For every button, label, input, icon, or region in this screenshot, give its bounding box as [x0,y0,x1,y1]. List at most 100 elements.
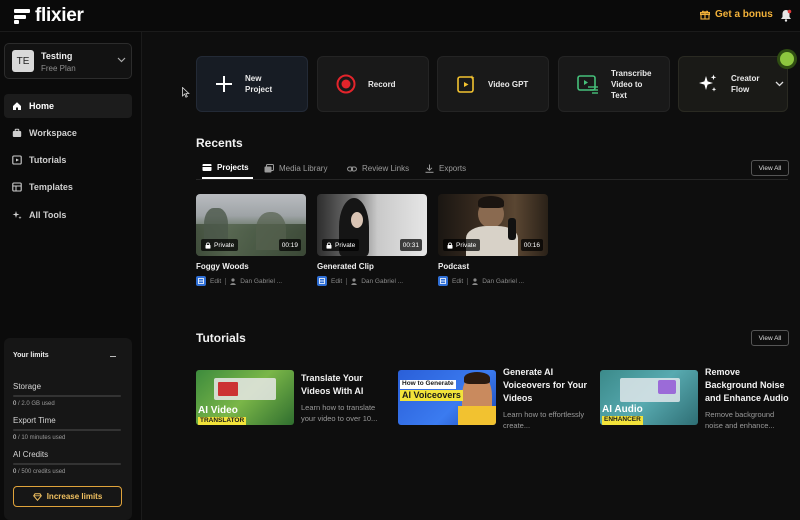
limits-title: Your limits [13,352,49,359]
home-icon [13,102,21,110]
privacy-badge: Private [201,239,239,251]
workspace-name: Testing [41,51,73,61]
plus-icon [216,76,232,92]
projects-icon [202,164,212,171]
tutorial-thumb-line1: How to Generate [400,380,456,389]
lock-icon [326,242,332,249]
tab-label: Projects [217,163,249,172]
record-label: Record [368,79,396,89]
ai-credits-usage: 0 / 500 credits used [13,469,66,475]
export-time-usage: 0 / 10 minutes used [13,435,66,441]
tutorial-thumbnail[interactable]: How to Generate AI Voiceovers [398,370,496,425]
notification-bell-icon[interactable] [780,9,792,22]
sidebar-item-workspace[interactable]: Workspace [4,121,132,145]
duration-badge: 00:16 [520,239,543,251]
project-card[interactable]: Private 00:31 Generated Clip Edit Dan Ga… [317,194,427,286]
download-icon [425,164,434,173]
record-button[interactable]: Record [317,56,429,112]
tutorial-thumb-line2: AI Voiceovers [400,390,463,401]
tutorials-title: Tutorials [196,331,246,345]
video-gpt-button[interactable]: Video GPT [437,56,549,112]
mouse-cursor-icon [182,87,190,98]
chevron-down-icon[interactable] [775,81,784,87]
sidebar: TE Testing Free Plan Home Workspace Tuto… [0,32,142,520]
sidebar-item-all-tools[interactable]: All Tools [4,203,132,227]
new-project-button[interactable]: New Project [196,56,308,112]
sidebar-item-home[interactable]: Home [4,94,132,118]
top-bar: flixier Get a bonus [0,0,800,32]
user-icon [351,277,357,285]
record-icon [336,74,356,94]
edit-link[interactable]: Edit [210,278,221,285]
new-project-label: New Project [245,74,273,94]
tutorial-thumbnail[interactable]: AI Video TRANSLATOR [196,370,294,425]
edit-link[interactable]: Edit [331,278,342,285]
creator-flow-button[interactable]: Creator Flow [678,56,788,112]
sidebar-item-label: All Tools [29,210,67,220]
video-gpt-label: Video GPT [488,79,529,89]
tutorial-thumb-line2: ENHANCER [602,416,643,425]
flixier-logo-icon [14,8,30,24]
transcribe-icon [577,75,598,94]
ai-credits-progress-bar [13,463,121,465]
tab-exports[interactable]: Exports [425,158,466,179]
sparkles-icon [699,74,717,92]
workspace-avatar: TE [12,50,34,72]
status-indicator[interactable] [780,52,794,66]
collapse-icon[interactable] [110,356,116,357]
transcribe-label: Transcribe Video to Text [611,68,652,100]
tutorial-thumb-line2: TRANSLATOR [198,417,247,425]
project-type-icon [196,276,206,286]
recents-view-all-button[interactable]: View All [751,160,789,176]
project-card[interactable]: Private 00:19 Foggy Woods Edit Dan Gabri… [196,194,306,286]
tutorial-title: Translate Your Videos With AI [301,373,364,396]
tab-projects[interactable]: Projects [202,158,253,179]
workspace-plan: Free Plan [41,64,76,73]
video-gpt-icon [457,75,475,93]
media-library-icon [264,164,274,173]
project-type-icon [317,276,327,286]
sidebar-item-label: Home [29,101,55,111]
sidebar-item-templates[interactable]: Templates [4,175,132,199]
increase-limits-label: Increase limits [46,492,103,501]
briefcase-icon [12,128,22,137]
sidebar-item-label: Workspace [29,128,77,138]
project-card[interactable]: Private 00:16 Podcast Edit Dan Gabriel .… [438,194,548,286]
sidebar-item-label: Templates [29,182,73,192]
edit-link[interactable]: Edit [452,278,463,285]
user-icon [472,277,478,285]
sidebar-item-label: Tutorials [29,155,67,165]
tutorial-card[interactable]: AI Video TRANSLATOR Translate Your Video… [196,366,386,428]
project-thumbnail[interactable]: Private 00:16 [438,194,548,256]
tab-label: Media Library [279,164,328,173]
project-thumbnail[interactable]: Private 00:19 [196,194,306,256]
recents-tabs: Projects Media Library Review Links Expo… [196,158,788,180]
sidebar-item-tutorials[interactable]: Tutorials [4,148,132,172]
link-icon [347,166,357,171]
project-thumbnail[interactable]: Private 00:31 [317,194,427,256]
transcribe-button[interactable]: Transcribe Video to Text [558,56,670,112]
sparkle-icon [12,211,22,220]
tutorial-card[interactable]: AI Audio ENHANCER Remove Background Nois… [600,366,790,430]
tab-review-links[interactable]: Review Links [347,158,409,179]
tutorial-desc: Learn how to effortlessly create... [503,410,585,430]
increase-limits-button[interactable]: Increase limits [13,486,122,507]
tutorial-thumbnail[interactable]: AI Audio ENHANCER [600,370,698,425]
app-root: flixier Get a bonus TE Testing Free Plan… [0,0,800,520]
tab-label: Review Links [362,164,410,173]
tab-label: Exports [439,164,467,173]
logo[interactable]: flixier [14,6,84,26]
gift-icon [700,10,710,20]
get-bonus-button[interactable]: Get a bonus [700,9,773,20]
storage-progress-bar [13,395,121,397]
workspace-switcher[interactable]: TE Testing Free Plan [4,43,132,79]
export-time-progress-bar [13,429,121,431]
duration-badge: 00:31 [399,239,422,251]
project-title: Generated Clip [317,262,374,271]
lock-icon [205,242,211,249]
tutorial-card[interactable]: How to Generate AI Voiceovers Generate A… [398,366,588,430]
tab-media-library[interactable]: Media Library [264,158,327,179]
tutorials-view-all-button[interactable]: View All [751,330,789,346]
project-author: Dan Gabriel ... [240,277,283,285]
chevron-down-icon [117,57,126,63]
